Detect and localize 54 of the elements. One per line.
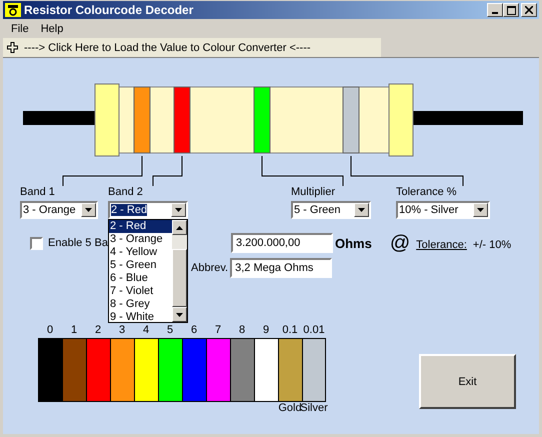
menu-item[interactable]: Help <box>34 22 70 34</box>
tolerance-value: +/- 10% <box>472 239 512 251</box>
at-sign: @ <box>390 232 410 254</box>
exit-button[interactable]: Exit <box>419 354 516 409</box>
dropdown[interactable]: 3 - Orange <box>20 201 98 219</box>
scale-label: 6 <box>190 324 198 338</box>
resistor-icon <box>5 3 21 17</box>
scale-label: 3 <box>118 324 126 338</box>
converter-link[interactable]: ----> Click Here to Load the Value to Colour Converter <---- <box>24 42 311 54</box>
swatch-name: Gold <box>278 402 302 414</box>
dropdown-option[interactable]: 3 - Orange <box>109 233 172 246</box>
scale-label: 1 <box>70 324 78 338</box>
maximize-icon <box>506 6 516 14</box>
dropdown-option[interactable]: 6 - Blue <box>109 272 172 285</box>
scale-label: 5 <box>166 324 174 338</box>
close-button[interactable] <box>521 3 537 17</box>
minimize-button[interactable] <box>487 3 503 17</box>
field-label: Multiplier <box>291 186 336 198</box>
scale-label: 9 <box>262 324 270 338</box>
checkbox-label: Enable 5 Ba <box>48 237 108 249</box>
menu-item[interactable]: File <box>5 22 35 34</box>
dropdown-option[interactable]: 5 - Green <box>109 259 172 272</box>
swatch-name: Silver <box>300 402 328 414</box>
maximize-button[interactable] <box>503 3 519 17</box>
scroll-up-icon <box>176 226 183 230</box>
scale-label: 8 <box>238 324 246 338</box>
dropdown-option[interactable]: 4 - Yellow <box>109 246 172 259</box>
scale-label: 0.1 <box>282 324 298 338</box>
dropdown-option[interactable]: 9 - White <box>109 311 172 324</box>
scale-label: 0 <box>46 324 54 338</box>
abbrev-label: Abbrev. <box>191 262 228 274</box>
checkbox[interactable] <box>30 236 43 250</box>
tolerance-label: Tolerance: <box>416 239 467 251</box>
dropdown[interactable]: 5 - Green <box>291 201 371 219</box>
scale-label: 7 <box>214 324 222 338</box>
field-label: Tolerance % <box>396 186 458 198</box>
abbrev-field[interactable]: 3,2 Mega Ohms <box>230 258 332 278</box>
dropdown-option[interactable]: 8 - Grey <box>109 298 172 311</box>
scale-label: 0.01 <box>303 324 325 338</box>
plus-icon <box>7 42 18 53</box>
unit-label: Ohms <box>335 236 372 250</box>
scrollbar[interactable] <box>172 220 187 322</box>
scale-label: 4 <box>142 324 150 338</box>
scale-label: 2 <box>94 324 102 338</box>
dropdown[interactable]: 2 - Red <box>108 201 188 219</box>
window-title: Resistor Colourcode Decoder <box>24 3 194 17</box>
dropdown-option[interactable]: 7 - Violet <box>109 285 172 298</box>
close-icon <box>525 6 533 14</box>
value-field[interactable]: 3.200.000,00 <box>231 233 333 253</box>
field-label: Band 2 <box>108 186 144 198</box>
dropdown[interactable]: 10% - Silver <box>396 201 490 219</box>
field-label: Band 1 <box>20 186 56 198</box>
dropdown-option[interactable]: 2 - Red <box>109 220 172 233</box>
scroll-down-icon <box>176 312 183 316</box>
